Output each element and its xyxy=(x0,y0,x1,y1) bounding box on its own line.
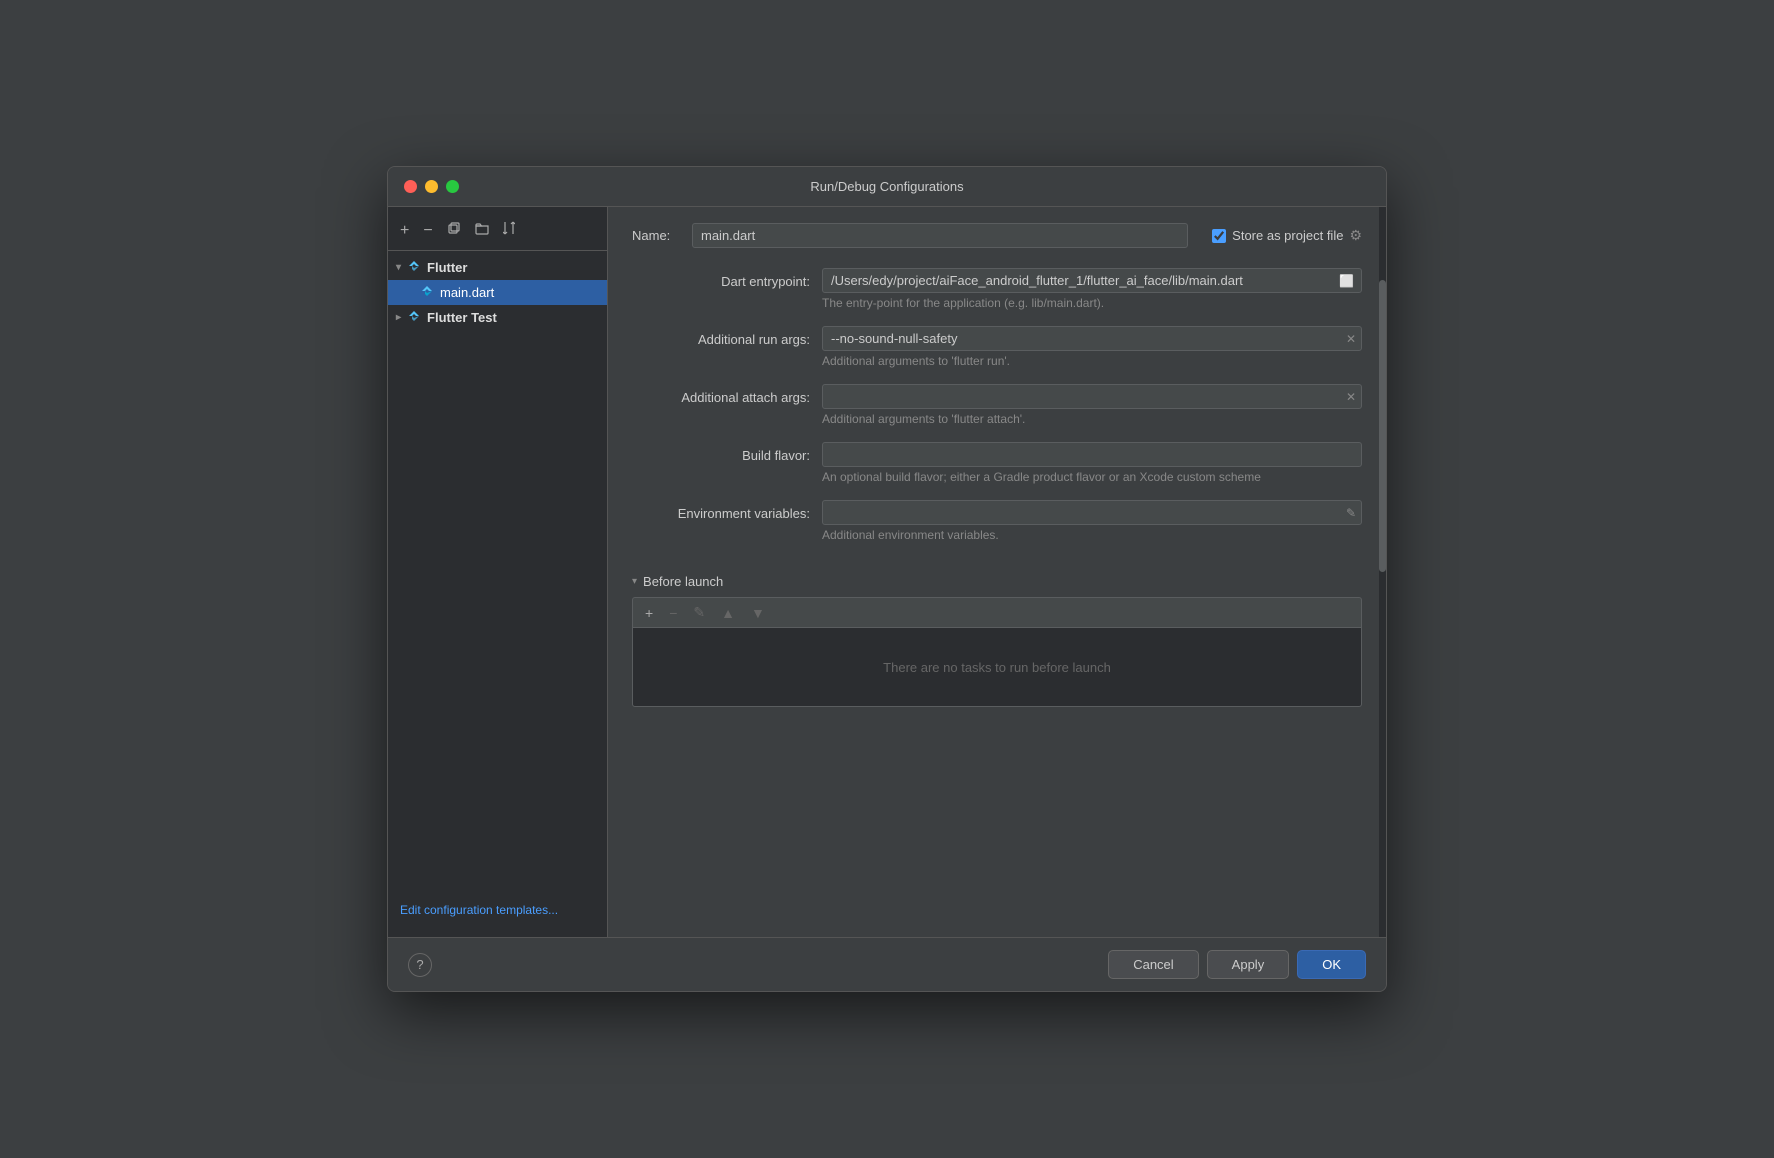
additional-attach-args-row: Additional attach args: ✕ Additional arg… xyxy=(632,384,1362,434)
additional-run-args-label: Additional run args: xyxy=(632,326,822,347)
maximize-button[interactable] xyxy=(446,180,459,193)
flutter-chevron-down: ▾ xyxy=(396,262,401,273)
flutter-file-icon xyxy=(420,284,434,298)
sidebar-item-main-dart[interactable]: main.dart xyxy=(388,280,607,305)
name-input-wrap xyxy=(692,223,1188,248)
additional-attach-args-icon: ✕ xyxy=(1346,390,1356,404)
config-panel: Name: Store as project file ⚙ Dart entry… xyxy=(608,207,1386,937)
footer-actions: Cancel Apply OK xyxy=(1108,950,1366,979)
flutter-icon xyxy=(407,259,421,276)
cancel-button[interactable]: Cancel xyxy=(1108,950,1198,979)
flutter-test-icon xyxy=(407,309,421,326)
ok-button[interactable]: OK xyxy=(1297,950,1366,979)
before-launch-down-button[interactable]: ▼ xyxy=(745,602,771,623)
build-flavor-field: An optional build flavor; either a Gradl… xyxy=(822,442,1362,492)
additional-attach-args-label: Additional attach args: xyxy=(632,384,822,405)
env-vars-label: Environment variables: xyxy=(632,500,822,521)
sidebar-toolbar: + − xyxy=(388,215,607,251)
env-vars-row: Environment variables: ✎ Additional envi… xyxy=(632,500,1362,550)
copy-icon xyxy=(447,221,461,235)
name-input[interactable] xyxy=(692,223,1188,248)
before-launch-section: ▾ Before launch + − ✎ ▲ ▼ There are no t… xyxy=(632,574,1362,707)
additional-run-args-input[interactable] xyxy=(822,326,1362,351)
build-flavor-hint: An optional build flavor; either a Gradl… xyxy=(822,470,1362,484)
title-bar: Run/Debug Configurations xyxy=(388,167,1386,207)
build-flavor-label: Build flavor: xyxy=(632,442,822,463)
apply-button[interactable]: Apply xyxy=(1207,950,1290,979)
before-launch-label: Before launch xyxy=(643,574,723,589)
folder-config-button[interactable] xyxy=(471,220,493,242)
before-launch-content: There are no tasks to run before launch xyxy=(632,627,1362,707)
before-launch-header[interactable]: ▾ Before launch xyxy=(632,574,1362,589)
store-project-label: Store as project file xyxy=(1232,228,1343,243)
additional-attach-args-input[interactable] xyxy=(822,384,1362,409)
flutter-test-logo-icon xyxy=(407,309,421,323)
store-project-checkbox[interactable] xyxy=(1212,229,1226,243)
before-launch-edit-button[interactable]: ✎ xyxy=(687,602,711,623)
edit-templates-link[interactable]: Edit configuration templates... xyxy=(388,891,607,929)
main-content: + − xyxy=(388,207,1386,937)
name-label: Name: xyxy=(632,228,692,243)
additional-run-args-field: ✕ Additional arguments to 'flutter run'. xyxy=(822,326,1362,376)
scrollbar-thumb xyxy=(1379,280,1386,572)
dialog-title: Run/Debug Configurations xyxy=(810,179,963,194)
remove-config-button[interactable]: − xyxy=(419,220,436,242)
sidebar: + − xyxy=(388,207,608,937)
dart-entrypoint-browse-icon[interactable]: ⬜ xyxy=(1339,274,1354,288)
before-launch-add-button[interactable]: + xyxy=(639,602,659,623)
no-tasks-text: There are no tasks to run before launch xyxy=(883,660,1111,675)
env-vars-field: ✎ Additional environment variables. xyxy=(822,500,1362,550)
additional-run-args-input-wrap: ✕ xyxy=(822,326,1362,351)
sort-config-button[interactable] xyxy=(499,219,519,242)
window-controls xyxy=(404,180,459,193)
name-row: Name: Store as project file ⚙ xyxy=(632,223,1362,248)
store-project-gear-icon[interactable]: ⚙ xyxy=(1349,227,1362,244)
build-flavor-input[interactable] xyxy=(822,442,1362,467)
run-debug-dialog: Run/Debug Configurations + − xyxy=(387,166,1387,992)
sidebar-group-flutter-test[interactable]: ▸ Flutter Test xyxy=(388,305,607,330)
add-config-button[interactable]: + xyxy=(396,220,413,242)
scrollbar-track[interactable] xyxy=(1379,207,1386,937)
copy-config-button[interactable] xyxy=(443,219,465,242)
dart-entrypoint-input[interactable] xyxy=(822,268,1362,293)
dart-entrypoint-input-wrap: ⬜ xyxy=(822,268,1362,293)
footer: ? Cancel Apply OK xyxy=(388,937,1386,991)
sort-icon xyxy=(503,221,515,235)
flutter-logo-icon xyxy=(407,259,421,273)
sidebar-item-main-dart-label: main.dart xyxy=(440,285,494,300)
sidebar-group-flutter-label: Flutter xyxy=(427,260,467,275)
build-flavor-row: Build flavor: An optional build flavor; … xyxy=(632,442,1362,492)
dart-entrypoint-hint: The entry-point for the application (e.g… xyxy=(822,296,1362,310)
additional-run-args-icon: ✕ xyxy=(1346,332,1356,346)
additional-attach-args-field: ✕ Additional arguments to 'flutter attac… xyxy=(822,384,1362,434)
help-button[interactable]: ? xyxy=(408,953,432,977)
folder-icon xyxy=(475,223,489,235)
close-button[interactable] xyxy=(404,180,417,193)
flutter-test-chevron-right: ▸ xyxy=(396,312,401,323)
sidebar-group-flutter[interactable]: ▾ Flutter xyxy=(388,255,607,280)
before-launch-up-button[interactable]: ▲ xyxy=(715,602,741,623)
additional-attach-args-hint: Additional arguments to 'flutter attach'… xyxy=(822,412,1362,426)
minimize-button[interactable] xyxy=(425,180,438,193)
env-vars-hint: Additional environment variables. xyxy=(822,528,1362,542)
additional-run-args-hint: Additional arguments to 'flutter run'. xyxy=(822,354,1362,368)
before-launch-toolbar: + − ✎ ▲ ▼ xyxy=(632,597,1362,627)
dart-entrypoint-field: ⬜ The entry-point for the application (e… xyxy=(822,268,1362,318)
additional-attach-args-input-wrap: ✕ xyxy=(822,384,1362,409)
env-vars-input-wrap: ✎ xyxy=(822,500,1362,525)
before-launch-chevron: ▾ xyxy=(632,576,637,587)
main-dart-icon xyxy=(420,284,434,301)
dart-entrypoint-row: Dart entrypoint: ⬜ The entry-point for t… xyxy=(632,268,1362,318)
env-vars-input[interactable] xyxy=(822,500,1362,525)
additional-run-args-row: Additional run args: ✕ Additional argume… xyxy=(632,326,1362,376)
env-vars-edit-icon[interactable]: ✎ xyxy=(1346,506,1356,520)
sidebar-group-flutter-test-label: Flutter Test xyxy=(427,310,497,325)
store-project-wrap: Store as project file ⚙ xyxy=(1212,227,1362,244)
dart-entrypoint-label: Dart entrypoint: xyxy=(632,268,822,289)
before-launch-remove-button[interactable]: − xyxy=(663,602,683,623)
